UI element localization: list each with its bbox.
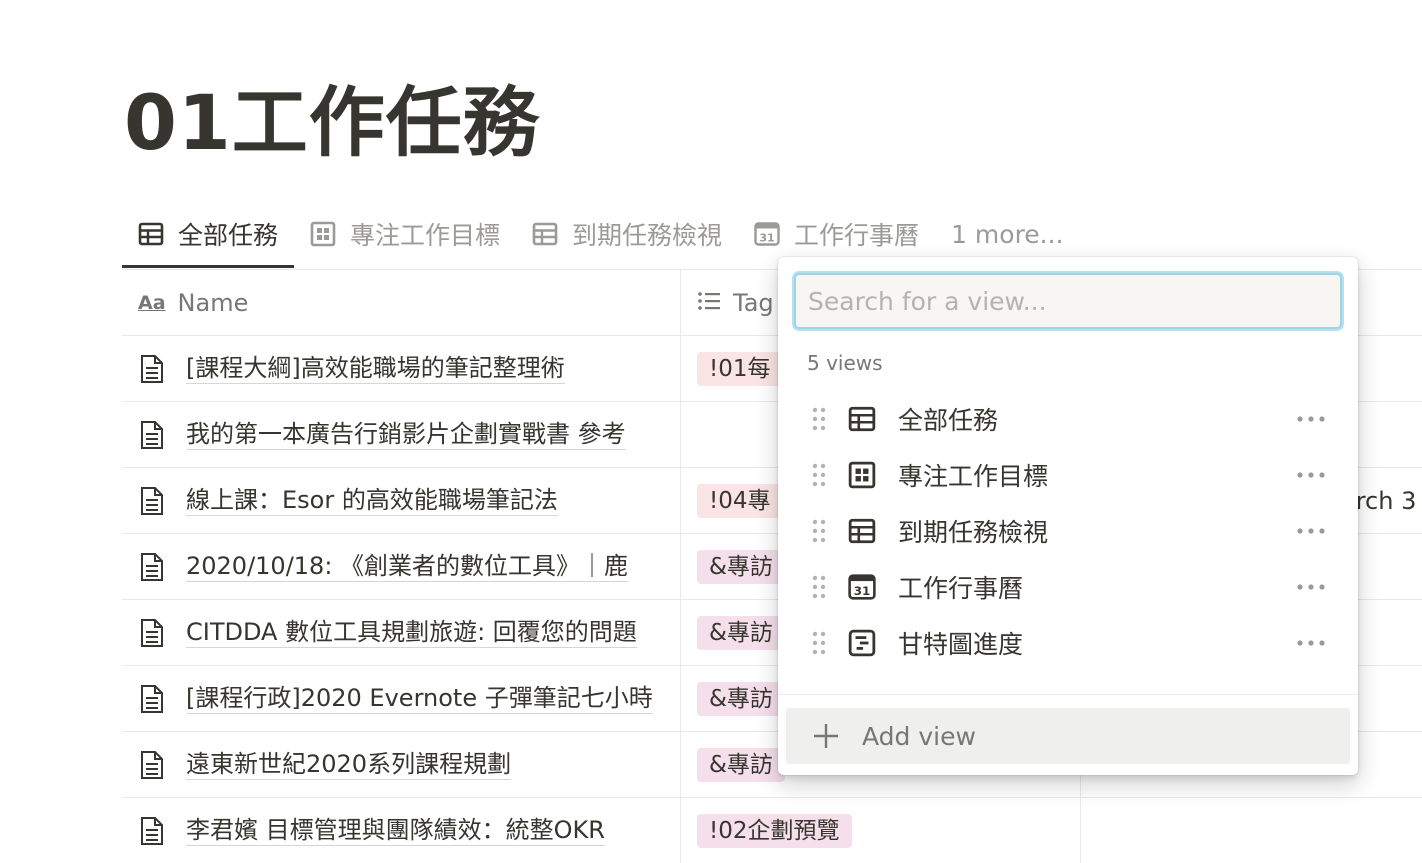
- tag-cell[interactable]: !02企劃預覽: [681, 798, 1081, 863]
- column-label: Name: [177, 288, 249, 317]
- name-cell[interactable]: 遠東新世紀2020系列課程規劃: [122, 732, 681, 797]
- view-switcher-menu: 5 views 全部任務 專注工作目標 到期任務檢視: [778, 257, 1358, 775]
- timeline-icon: [848, 629, 876, 657]
- name-cell[interactable]: 2020/10/18: 《創業者的數位工具》｜鹿: [122, 534, 681, 599]
- drag-handle-icon[interactable]: [810, 629, 828, 657]
- drag-handle-icon[interactable]: [810, 461, 828, 489]
- more-options-icon[interactable]: [1294, 629, 1328, 657]
- tag-badge: !01每: [697, 351, 783, 386]
- tag-badge: !02企劃預覽: [697, 813, 852, 848]
- page-icon: [141, 684, 163, 713]
- tab-label: 全部任務: [178, 221, 279, 250]
- more-options-icon[interactable]: [1294, 461, 1328, 489]
- page-icon: [141, 750, 163, 779]
- page-icon: [141, 552, 163, 581]
- tab-due-tasks[interactable]: 到期任務檢視: [516, 200, 738, 268]
- table-icon: [848, 405, 876, 433]
- row-title[interactable]: 李君嬪 目標管理與團隊績效：統整OKR: [186, 815, 605, 846]
- view-label: 到期任務檢視: [898, 518, 1049, 547]
- views-count-label: 5 views: [807, 351, 883, 375]
- page-icon: [141, 354, 163, 383]
- table-icon: [138, 221, 164, 247]
- list-property-icon: [697, 291, 721, 315]
- add-view-button[interactable]: Add view: [786, 708, 1350, 764]
- name-cell[interactable]: [課程行政]2020 Evernote 子彈筆記七小時: [122, 666, 681, 731]
- tab-all-tasks[interactable]: 全部任務: [122, 200, 295, 268]
- more-options-icon[interactable]: [1294, 517, 1328, 545]
- name-cell[interactable]: CITDDA 數位工具規劃旅遊: 回覆您的問題: [122, 600, 681, 665]
- tab-label: 專注工作目標: [350, 221, 501, 250]
- tag-badge: &專訪: [697, 549, 785, 584]
- add-view-label: Add view: [862, 721, 976, 751]
- drag-handle-icon[interactable]: [810, 405, 828, 433]
- row-title[interactable]: 2020/10/18: 《創業者的數位工具》｜鹿: [186, 551, 629, 582]
- plus-icon: [814, 724, 838, 748]
- tab-label: 到期任務檢視: [572, 221, 723, 250]
- name-cell[interactable]: [課程大綱]高效能職場的筆記整理術: [122, 336, 681, 401]
- row-title[interactable]: 線上課：Esor 的高效能職場筆記法: [186, 485, 558, 516]
- name-cell[interactable]: 我的第一本廣告行銷影片企劃實戰書 參考: [122, 402, 681, 467]
- page-icon: [141, 618, 163, 647]
- row-title[interactable]: CITDDA 數位工具規劃旅遊: 回覆您的問題: [186, 617, 637, 648]
- view-item-work-calendar[interactable]: 31 工作行事曆: [778, 559, 1358, 615]
- tab-focus-goals[interactable]: 專注工作目標: [294, 200, 516, 268]
- table-icon: [532, 221, 558, 247]
- view-item-focus-goals[interactable]: 專注工作目標: [778, 447, 1358, 503]
- tag-badge: !04專: [697, 483, 783, 518]
- board-icon: [310, 221, 336, 247]
- page-icon: [141, 486, 163, 515]
- board-icon: [848, 461, 876, 489]
- row-title[interactable]: 遠東新世紀2020系列課程規劃: [186, 749, 512, 780]
- calendar-icon: 31: [754, 221, 780, 247]
- tag-badge: &專訪: [697, 747, 785, 782]
- drag-handle-icon[interactable]: [810, 517, 828, 545]
- name-cell[interactable]: 線上課：Esor 的高效能職場筆記法: [122, 468, 681, 533]
- text-property-icon: Aa: [138, 291, 166, 314]
- view-label: 甘特圖進度: [898, 630, 1024, 659]
- table-icon: [848, 517, 876, 545]
- tag-badge: &專訪: [697, 681, 785, 716]
- menu-divider: [778, 694, 1358, 695]
- row-title[interactable]: 我的第一本廣告行銷影片企劃實戰書 參考: [186, 419, 626, 450]
- view-item-due-tasks[interactable]: 到期任務檢視: [778, 503, 1358, 559]
- view-label: 工作行事曆: [898, 574, 1024, 603]
- name-cell[interactable]: 李君嬪 目標管理與團隊績效：統整OKR: [122, 798, 681, 863]
- column-label: Tag: [733, 288, 774, 317]
- page-title[interactable]: 01工作任務: [124, 78, 540, 168]
- svg-text:31: 31: [854, 584, 870, 598]
- row-title[interactable]: [課程行政]2020 Evernote 子彈筆記七小時: [186, 683, 653, 714]
- column-header-name[interactable]: Aa Name: [122, 270, 681, 335]
- date-cell[interactable]: [1081, 798, 1422, 863]
- tab-label: 工作行事曆: [794, 221, 920, 250]
- svg-text:31: 31: [759, 232, 774, 245]
- calendar-icon: 31: [848, 573, 876, 601]
- view-label: 全部任務: [898, 406, 999, 435]
- table-row[interactable]: 李君嬪 目標管理與團隊績效：統整OKR !02企劃預覽: [122, 797, 1422, 863]
- view-label: 專注工作目標: [898, 462, 1049, 491]
- row-title[interactable]: [課程大綱]高效能職場的筆記整理術: [186, 353, 565, 384]
- view-item-gantt-progress[interactable]: 甘特圖進度: [778, 615, 1358, 671]
- page-icon: [141, 420, 163, 449]
- drag-handle-icon[interactable]: [810, 573, 828, 601]
- view-search-input[interactable]: [794, 273, 1342, 329]
- more-options-icon[interactable]: [1294, 405, 1328, 433]
- more-options-icon[interactable]: [1294, 573, 1328, 601]
- tag-badge: &專訪: [697, 615, 785, 650]
- view-item-all-tasks[interactable]: 全部任務: [778, 391, 1358, 447]
- page-icon: [141, 816, 163, 845]
- view-list: 全部任務 專注工作目標 到期任務檢視 31 工作行事曆 甘特圖進度: [778, 391, 1358, 671]
